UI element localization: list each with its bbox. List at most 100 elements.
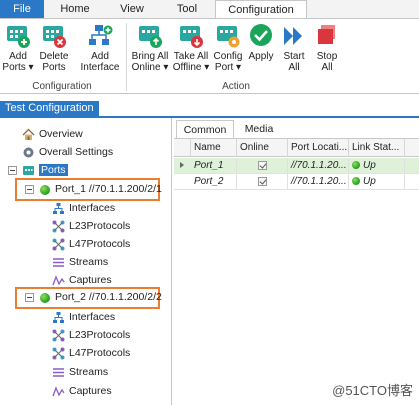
- port1-interfaces-label: Interfaces: [69, 202, 116, 214]
- port2-streams[interactable]: Streams: [52, 364, 108, 381]
- row2-online-checkbox[interactable]: [237, 174, 288, 189]
- bring-all-online-label-1: Bring All: [131, 51, 169, 62]
- row1-online-checkbox[interactable]: [237, 158, 288, 173]
- take-all-offline-label-1: Take All: [173, 51, 209, 62]
- port2-captures-label: Captures: [69, 385, 112, 397]
- add-interface-label-2: Interface: [80, 62, 120, 73]
- port1-label: Port_1 //70.1.1.200/2/1: [55, 183, 162, 195]
- test-configuration-tree[interactable]: Overview Overall Settings Ports Port_1 /…: [0, 118, 172, 405]
- port1-collapse-toggle[interactable]: [25, 185, 34, 194]
- stop-all-label-2: All: [321, 62, 333, 73]
- tab-view[interactable]: View: [104, 0, 160, 18]
- grid-header: Name Online Port Locati... Link Stat...: [174, 138, 419, 157]
- config-port-icon: [217, 26, 240, 48]
- take-all-offline-button[interactable]: Take All Offline ▾: [172, 23, 210, 73]
- captures-icon: [52, 386, 65, 397]
- row1-name[interactable]: Port_1: [191, 158, 237, 173]
- column-header-port-location[interactable]: Port Locati...: [288, 139, 349, 157]
- port1-l47protocols[interactable]: L47Protocols: [52, 236, 130, 253]
- checkbox-checked-icon: [257, 176, 267, 186]
- tab-configuration[interactable]: Configuration: [215, 0, 307, 19]
- link-up-led-icon: [352, 161, 360, 170]
- row1-port-location: //70.1.1.20...: [288, 158, 349, 173]
- bring-all-online-button[interactable]: Bring All Online ▾: [130, 23, 170, 73]
- port1-l23protocols[interactable]: L23Protocols: [52, 218, 130, 235]
- interfaces-icon: [53, 203, 64, 214]
- port2-l23protocols[interactable]: L23Protocols: [52, 327, 130, 344]
- tree-item-port1[interactable]: Port_1 //70.1.1.200/2/1: [40, 181, 162, 198]
- panel-title: Test Configuration: [0, 101, 99, 116]
- watermark: @51CTO博客: [332, 383, 413, 398]
- group-configuration-label: Configuration: [32, 81, 92, 92]
- ports-icon: [23, 166, 34, 175]
- port2-interfaces[interactable]: Interfaces: [52, 309, 115, 326]
- add-ports-label-1: Add: [9, 51, 27, 62]
- group-action-label: Action: [222, 81, 250, 92]
- stop-all-button[interactable]: Stop All: [313, 23, 341, 73]
- fast-forward-icon: [284, 27, 302, 45]
- port1-streams-label: Streams: [69, 256, 109, 268]
- port1-captures-label: Captures: [69, 274, 112, 286]
- port2-l47protocols-label: L47Protocols: [69, 347, 131, 359]
- gear-icon: [23, 147, 34, 158]
- tab-media[interactable]: Media: [236, 120, 282, 138]
- ribbon: Add Ports ▾ Delete Ports Add Interface C…: [0, 18, 419, 94]
- add-interface-icon: [89, 25, 113, 45]
- apply-button[interactable]: Apply: [246, 23, 276, 62]
- port1-l23protocols-label: L23Protocols: [69, 220, 131, 232]
- row1-link-state: Up: [349, 158, 405, 173]
- table-row[interactable]: Port_1 //70.1.1.20... Up: [174, 158, 419, 174]
- config-port-label-2: Port ▾: [214, 62, 242, 73]
- add-ports-icon: [7, 26, 30, 48]
- group-separator: [126, 23, 127, 91]
- bring-all-online-label-2: Online ▾: [131, 62, 169, 73]
- overview-label: Overview: [39, 128, 83, 140]
- port2-captures[interactable]: Captures: [52, 383, 112, 400]
- delete-ports-label-1: Delete: [39, 51, 69, 62]
- row2-name[interactable]: Port_2: [191, 174, 237, 189]
- table-row[interactable]: Port_2 //70.1.1.20... Up: [174, 174, 419, 190]
- add-interface-button[interactable]: Add Interface: [78, 23, 122, 73]
- l23protocols-icon: [52, 220, 65, 233]
- bring-online-icon: [139, 26, 162, 48]
- tab-tool[interactable]: Tool: [162, 0, 212, 18]
- tab-file[interactable]: File: [0, 0, 44, 18]
- ports-collapse-toggle[interactable]: [8, 166, 17, 175]
- l47protocols-icon: [52, 347, 65, 360]
- tree-item-ports[interactable]: Ports: [22, 162, 68, 179]
- l47protocols-icon: [52, 238, 65, 251]
- port1-l47protocols-label: L47Protocols: [69, 238, 131, 250]
- interfaces-icon: [53, 312, 64, 323]
- column-header-name[interactable]: Name: [191, 139, 237, 157]
- port2-l47protocols[interactable]: L47Protocols: [52, 345, 130, 362]
- overall-settings-label: Overall Settings: [39, 146, 114, 158]
- port1-streams[interactable]: Streams: [52, 254, 108, 271]
- start-all-label-1: Start: [283, 51, 305, 62]
- tab-common[interactable]: Common: [176, 120, 234, 138]
- row2-link-text: Up: [363, 176, 376, 187]
- tree-item-port2[interactable]: Port_2 //70.1.1.200/2/2: [40, 289, 162, 306]
- delete-ports-button[interactable]: Delete Ports: [37, 23, 71, 73]
- add-ports-label-2: Ports ▾: [2, 62, 34, 73]
- config-port-button[interactable]: Config Port ▾: [212, 23, 244, 73]
- add-ports-button[interactable]: Add Ports ▾: [2, 23, 34, 73]
- row2-link-state: Up: [349, 174, 405, 189]
- streams-icon: [53, 368, 64, 377]
- port2-collapse-toggle[interactable]: [25, 293, 34, 302]
- tab-home[interactable]: Home: [48, 0, 102, 18]
- port2-interfaces-label: Interfaces: [69, 311, 116, 323]
- tree-item-overall-settings[interactable]: Overall Settings: [22, 144, 113, 161]
- row2-port-location: //70.1.1.20...: [288, 174, 349, 189]
- column-header-online[interactable]: Online: [237, 139, 288, 157]
- take-all-offline-label-2: Offline ▾: [172, 62, 210, 73]
- start-all-button[interactable]: Start All: [280, 23, 308, 73]
- port2-streams-label: Streams: [69, 366, 109, 378]
- stop-icon: [318, 25, 335, 44]
- tree-item-overview[interactable]: Overview: [22, 126, 83, 143]
- grid-header-spacer: [174, 139, 191, 157]
- checkmark-icon: [250, 24, 272, 46]
- column-header-link-state[interactable]: Link Stat...: [349, 139, 405, 157]
- port1-interfaces[interactable]: Interfaces: [52, 200, 115, 217]
- take-offline-icon: [180, 26, 203, 48]
- link-up-led-icon: [352, 177, 360, 186]
